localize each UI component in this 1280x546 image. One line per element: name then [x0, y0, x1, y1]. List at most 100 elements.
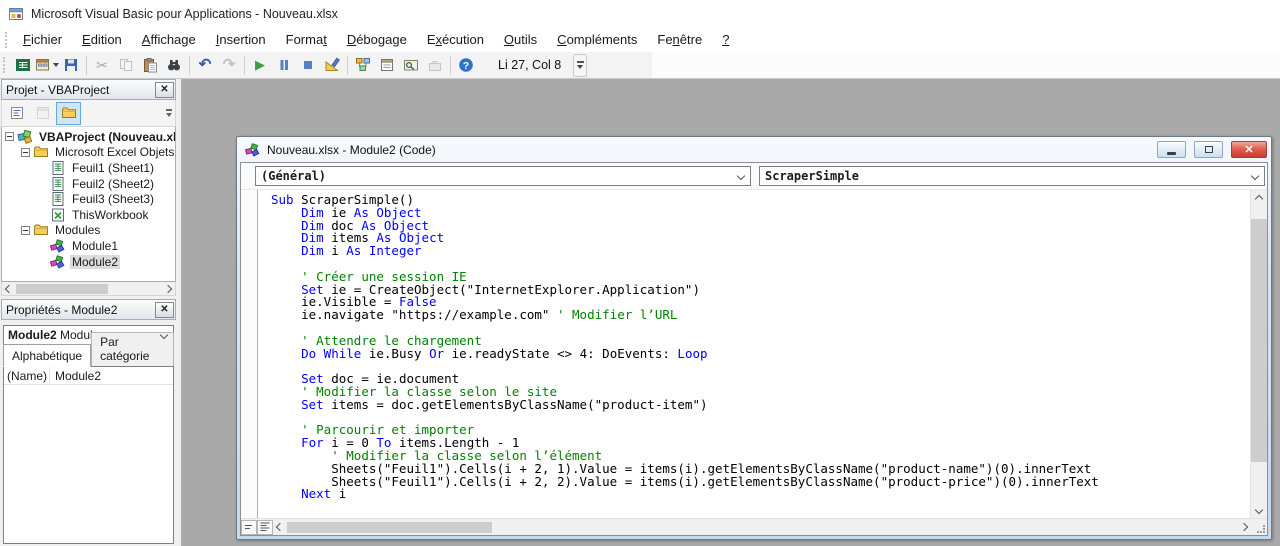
project-tree: VBAProject (Nouveau.xl Microsoft Excel Ob…: [1, 127, 176, 282]
restore-button[interactable]: [1194, 141, 1223, 158]
code-line[interactable]: Next i: [271, 487, 1250, 501]
scroll-right-icon[interactable]: [1237, 519, 1251, 535]
toggle-folders-button[interactable]: [56, 101, 81, 125]
code-token: i: [323, 243, 347, 259]
tree-item-vbaproject-nouveau-xl[interactable]: VBAProject (Nouveau.xl: [2, 129, 175, 145]
collapse-icon[interactable]: [5, 132, 14, 142]
code-editor[interactable]: Sub ScraperSimple() Dim ie As Object Dim…: [258, 190, 1250, 518]
scroll-thumb[interactable]: [16, 283, 108, 294]
scroll-down-icon[interactable]: [1251, 501, 1267, 518]
toggle-folders-icon: [61, 105, 77, 121]
help-button[interactable]: ?: [454, 54, 478, 77]
menu-item-insertion[interactable]: Insertion: [206, 29, 276, 50]
insert-userform-button[interactable]: [35, 54, 59, 77]
scroll-up-icon[interactable]: [1251, 190, 1267, 207]
chevron-down-icon[interactable]: [732, 167, 750, 185]
project-explorer-button[interactable]: [351, 54, 375, 77]
code-margin-indicator-bar[interactable]: [241, 190, 258, 518]
full-module-view-button[interactable]: [257, 519, 273, 535]
tree-item-feuil3-sheet3[interactable]: Feuil3 (Sheet3): [2, 191, 175, 207]
view-code-button[interactable]: [4, 102, 29, 125]
project-panel-close-icon[interactable]: ✕: [155, 81, 174, 98]
tree-item-microsoft-excel-objets[interactable]: Microsoft Excel Objets: [2, 145, 175, 161]
code-token: Loop: [677, 345, 708, 361]
collapse-icon[interactable]: [21, 147, 30, 157]
toolbox-button[interactable]: [423, 54, 447, 77]
paste-button[interactable]: [138, 54, 162, 77]
scroll-left-icon[interactable]: [273, 519, 287, 535]
resize-grip[interactable]: [1251, 519, 1267, 535]
redo-button[interactable]: ↷: [217, 54, 241, 77]
save-icon: [63, 57, 79, 73]
view-object-button[interactable]: [30, 102, 55, 125]
menu-item-help[interactable]: ?: [712, 29, 739, 50]
menubar-grip-handle[interactable]: [5, 31, 8, 48]
toolbar-grip-handle[interactable]: [3, 57, 6, 73]
menu-item-ex-cution[interactable]: Exécution: [417, 29, 494, 50]
menu-item-d-bogage[interactable]: Débogage: [337, 29, 417, 50]
properties-panel-close-icon[interactable]: ✕: [155, 301, 174, 318]
collapse-icon[interactable]: [21, 225, 30, 235]
procedure-view-button[interactable]: [241, 519, 257, 535]
cut-button[interactable]: ✂: [90, 54, 114, 77]
toolbar: ✂ ↶ ↷ ▶? Li 27, Col 8: [0, 52, 1280, 79]
design-mode-button[interactable]: [320, 54, 344, 77]
menu-item-fen-tre[interactable]: Fenêtre: [647, 29, 712, 50]
tree-item-feuil1-sheet1[interactable]: Feuil1 (Sheet1): [2, 160, 175, 176]
toolbar-separator: [450, 55, 451, 75]
scroll-thumb[interactable]: [1251, 219, 1267, 462]
menu-item-compl-ments[interactable]: Compléments: [547, 29, 647, 50]
properties-window-button[interactable]: [375, 54, 399, 77]
object-browser-button[interactable]: [399, 54, 423, 77]
minimize-button[interactable]: [1157, 141, 1186, 158]
copy-button[interactable]: [114, 54, 138, 77]
menu-item-edition[interactable]: Edition: [72, 29, 132, 50]
code-line[interactable]: Set items = doc.getElementsByClassName("…: [271, 396, 1250, 412]
undo-icon: ↶: [198, 56, 212, 73]
tree-item-modules[interactable]: Modules: [2, 223, 175, 239]
paste-icon: [142, 57, 158, 73]
break-button[interactable]: [272, 54, 296, 77]
procedure-dropdown[interactable]: ScraperSimple: [759, 166, 1265, 186]
project-panel-header[interactable]: Projet - VBAProject ✕: [1, 79, 176, 100]
scroll-left-icon[interactable]: [2, 282, 16, 295]
tree-item-thisworkbook[interactable]: ThisWorkbook: [2, 207, 175, 223]
code-line[interactable]: Sheets("Feuil1").Cells(i + 2, 2).Value =…: [271, 475, 1250, 489]
object-dropdown[interactable]: (Général): [255, 166, 751, 186]
panel-toolbar-overflow-button[interactable]: [163, 101, 175, 125]
menu-item-fichier[interactable]: Fichier: [13, 29, 72, 50]
workbook-icon: [50, 207, 66, 223]
code-window-titlebar[interactable]: Nouveau.xlsx - Module2 (Code) ✕: [240, 137, 1268, 162]
save-button[interactable]: [59, 54, 83, 77]
run-button[interactable]: ▶: [248, 54, 272, 77]
code-line[interactable]: Dim i As Integer: [271, 243, 1250, 259]
project-tree-hscrollbar[interactable]: [1, 282, 176, 296]
toolbar-separator: [86, 55, 87, 75]
code-token: ie.readyState <> 4: DoEvents:: [444, 345, 678, 361]
close-button[interactable]: ✕: [1231, 141, 1267, 158]
view-excel-button[interactable]: [11, 54, 35, 77]
run-icon: ▶: [255, 57, 265, 72]
tree-item-feuil2-sheet2[interactable]: Feuil2 (Sheet2): [2, 176, 175, 192]
code-token: Set: [301, 396, 324, 412]
find-button[interactable]: [162, 54, 186, 77]
chevron-down-icon[interactable]: [1246, 167, 1264, 185]
reset-button[interactable]: [296, 54, 320, 77]
undo-button[interactable]: ↶: [193, 54, 217, 77]
scroll-thumb[interactable]: [287, 521, 492, 533]
menu-item-outils[interactable]: Outils: [494, 29, 547, 50]
menu-item-format[interactable]: Format: [276, 29, 337, 50]
tree-item-module1[interactable]: Module1: [2, 238, 175, 254]
tab-alphab-tique[interactable]: Alphabétique: [3, 344, 92, 367]
toolbar-overflow-button[interactable]: [573, 53, 588, 77]
tree-item-label: Modules: [55, 223, 101, 238]
menu-item-affichage[interactable]: Affichage: [132, 29, 206, 50]
code-line[interactable]: ie.navigate "https://example.com" ' Modi…: [271, 308, 1250, 322]
scroll-right-icon[interactable]: [161, 282, 175, 295]
property-value[interactable]: Module2: [50, 369, 101, 383]
code-line[interactable]: Do While ie.Busy Or ie.readyState <> 4: …: [271, 345, 1250, 361]
code-vscrollbar[interactable]: [1250, 190, 1267, 518]
properties-panel-header[interactable]: Propriétés - Module2 ✕: [1, 299, 176, 320]
tree-item-module2[interactable]: Module2: [2, 254, 175, 270]
